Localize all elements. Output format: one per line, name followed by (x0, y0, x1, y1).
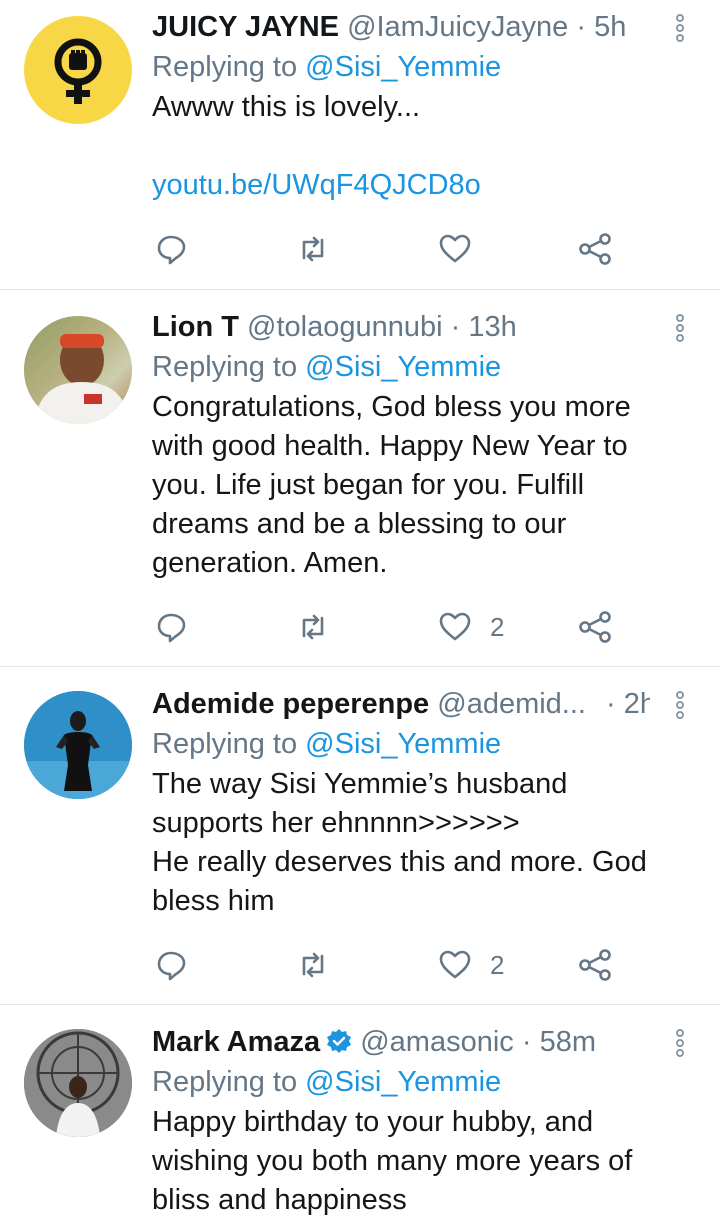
like-count: 2 (490, 611, 505, 642)
replying-to-label: Replying to (152, 728, 298, 760)
tweet-link[interactable]: youtu.be/UWqF4QJCD8o (152, 166, 650, 205)
more-options-icon[interactable] (676, 14, 688, 44)
replying-to-label: Replying to (152, 51, 298, 83)
share-icon (579, 611, 611, 643)
reply-icon (157, 235, 186, 265)
feminist-fist-icon (54, 38, 102, 104)
tweet-text: Congratulations, God bless you more with… (152, 391, 639, 579)
profile-photo (24, 316, 132, 424)
share-button[interactable] (578, 607, 612, 647)
more-options-icon[interactable] (676, 691, 688, 721)
mention-link[interactable]: @Sisi_Yemmie (305, 51, 501, 83)
replying-to-label: Replying to (152, 351, 298, 383)
separator: · (576, 11, 587, 43)
tweet-header: JUICY JAYNE @IamJuicyJayne · 5h (152, 10, 650, 44)
timestamp[interactable]: 5h (594, 11, 626, 43)
replying-to-label: Replying to (152, 1066, 298, 1098)
share-button[interactable] (578, 945, 612, 985)
reply-button[interactable] (154, 945, 188, 985)
tweet-header: Ademide peperenpe @ademid... · 2h (152, 687, 650, 721)
avatar[interactable] (24, 1029, 132, 1137)
retweet-button[interactable] (296, 607, 330, 647)
action-bar: 2 (152, 945, 620, 985)
tweet-header: Lion T @tolaogunnubi · 13h (152, 310, 650, 344)
replying-to: Replying to @Sisi_Yemmie (152, 1063, 650, 1101)
tweet-header: Mark Amaza @amasonic · 58m (152, 1025, 650, 1059)
separator: · (521, 1026, 532, 1058)
share-icon (579, 949, 611, 981)
timestamp[interactable]: 13h (468, 311, 516, 343)
like-icon (439, 950, 471, 979)
retweet-icon (302, 236, 324, 262)
separator: · (606, 688, 616, 720)
mention-link[interactable]: @Sisi_Yemmie (305, 1066, 501, 1098)
avatar[interactable] (24, 316, 132, 424)
avatar[interactable] (24, 16, 132, 124)
share-button[interactable] (578, 229, 612, 269)
reply-button[interactable] (154, 229, 188, 269)
tweet[interactable]: Ademide peperenpe @ademid... · 2h Replyi… (0, 667, 720, 1005)
user-handle[interactable]: @ademid... (437, 688, 586, 720)
tweet-text: The way Sisi Yemmie’s husband supports h… (152, 768, 647, 917)
retweet-button[interactable] (296, 945, 330, 985)
tweet[interactable]: JUICY JAYNE @IamJuicyJayne · 5h Replying… (0, 0, 720, 290)
replying-to: Replying to @Sisi_Yemmie (152, 348, 650, 386)
display-name[interactable]: Mark Amaza (152, 1026, 320, 1058)
more-options-icon[interactable] (676, 1029, 688, 1059)
separator: · (450, 311, 461, 343)
tweet-text: Awww this is lovely... (152, 91, 421, 123)
share-icon (579, 233, 611, 265)
like-button[interactable]: 2 (438, 945, 504, 985)
user-handle[interactable]: @IamJuicyJayne (347, 11, 568, 43)
display-name[interactable]: JUICY JAYNE (152, 11, 339, 43)
user-handle[interactable]: @tolaogunnubi (247, 311, 443, 343)
tweet[interactable]: Mark Amaza @amasonic · 58m Replying to @… (0, 1005, 720, 1229)
replying-to: Replying to @Sisi_Yemmie (152, 48, 650, 86)
like-count: 2 (490, 949, 505, 980)
replying-to: Replying to @Sisi_Yemmie (152, 725, 650, 763)
tweet[interactable]: Lion T @tolaogunnubi · 13h Replying to @… (0, 290, 720, 667)
mention-link[interactable]: @Sisi_Yemmie (305, 351, 501, 383)
user-handle[interactable]: @amasonic (360, 1026, 514, 1058)
profile-photo (24, 691, 132, 799)
display-name[interactable]: Lion T (152, 311, 239, 343)
action-bar: 2 (152, 607, 620, 647)
display-name[interactable]: Ademide peperenpe (152, 688, 429, 720)
tweet-text: Happy birthday to your hubby, and wishin… (152, 1106, 641, 1216)
timestamp[interactable]: 2h (624, 688, 650, 720)
profile-photo (24, 1029, 132, 1137)
reply-button[interactable] (154, 607, 188, 647)
like-button[interactable] (438, 229, 490, 269)
action-bar (152, 229, 620, 269)
retweet-icon (302, 952, 324, 978)
like-button[interactable]: 2 (438, 607, 504, 647)
mention-link[interactable]: @Sisi_Yemmie (305, 728, 501, 760)
more-options-icon[interactable] (676, 314, 688, 344)
timestamp[interactable]: 58m (540, 1026, 596, 1058)
verified-icon (327, 1029, 352, 1053)
reply-icon (157, 613, 186, 643)
retweet-button[interactable] (296, 229, 330, 269)
avatar[interactable] (24, 691, 132, 799)
like-icon (439, 234, 471, 263)
reply-icon (157, 951, 186, 981)
retweet-icon (302, 614, 324, 640)
like-icon (439, 612, 471, 641)
